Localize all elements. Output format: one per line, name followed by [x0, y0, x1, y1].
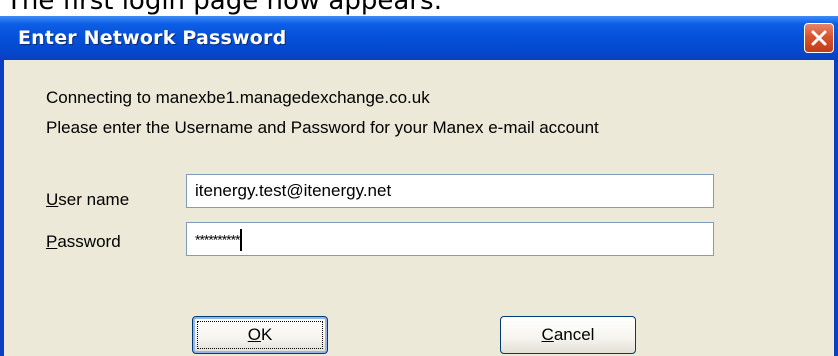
username-label: User name — [46, 190, 129, 210]
cancel-mnemonic: C — [541, 325, 554, 344]
password-label-rest: assword — [57, 232, 121, 251]
password-label-mnemonic: P — [46, 232, 58, 251]
page-caption: The first login page now appears: — [6, 0, 443, 16]
username-label-mnemonic: U — [46, 190, 59, 209]
ok-label-rest: K — [260, 325, 273, 344]
password-masked-value: ********** — [195, 231, 240, 248]
instruction-text: Please enter the Username and Password f… — [46, 118, 599, 137]
text-caret — [240, 228, 243, 251]
ok-mnemonic: O — [247, 325, 261, 344]
cancel-label-rest: ancel — [553, 325, 595, 344]
ok-button[interactable]: OK — [192, 316, 328, 354]
connecting-text: Connecting to manexbe1.managedexchange.c… — [46, 88, 430, 107]
username-label-rest: ser name — [58, 190, 130, 209]
password-input[interactable]: ********** — [186, 222, 714, 256]
cancel-button[interactable]: Cancel — [500, 316, 636, 354]
username-value: itenergy.test@itenergy.net — [195, 181, 392, 200]
network-password-dialog: Enter Network Password Connecting to man… — [0, 16, 838, 356]
username-input[interactable]: itenergy.test@itenergy.net — [186, 174, 714, 208]
close-button[interactable] — [804, 23, 834, 53]
title-bar[interactable]: Enter Network Password — [0, 16, 838, 60]
close-icon — [811, 30, 827, 46]
password-label: Password — [46, 232, 121, 252]
dialog-title: Enter Network Password — [18, 27, 287, 49]
dialog-body: Connecting to manexbe1.managedexchange.c… — [4, 60, 834, 356]
